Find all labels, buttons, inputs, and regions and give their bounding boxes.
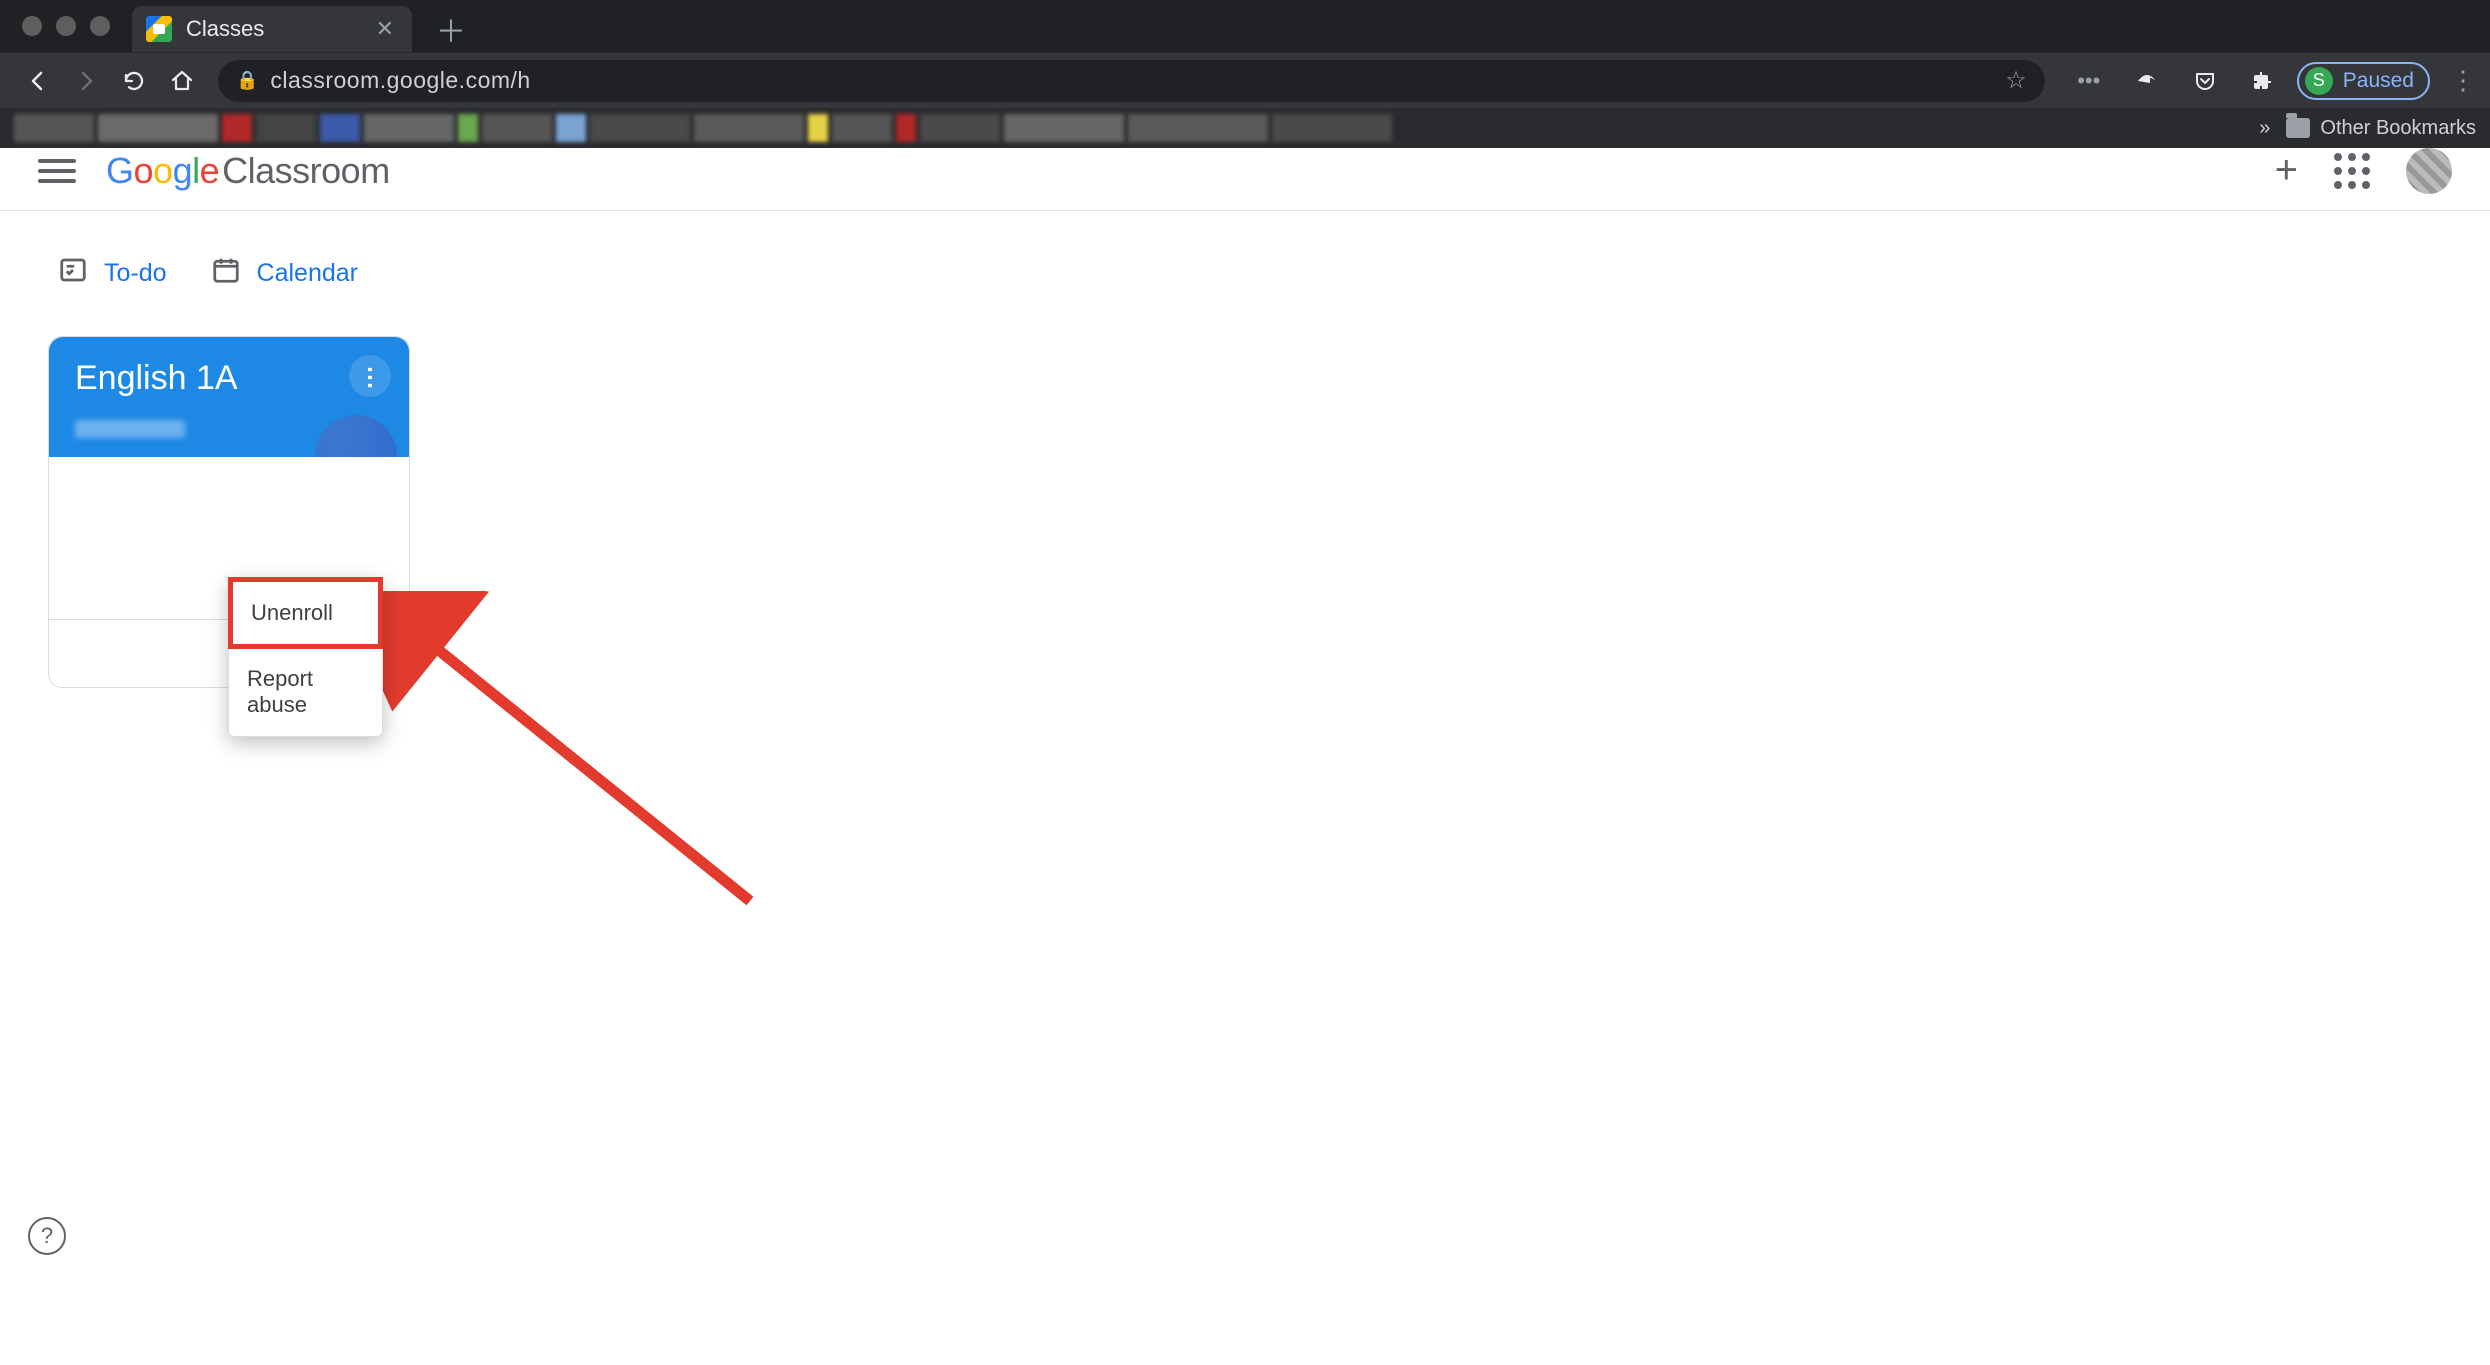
url-text: classroom.google.com/h [270, 67, 530, 94]
todo-label: To-do [104, 259, 167, 288]
pocket-button[interactable] [2185, 61, 2225, 101]
google-classroom-logo[interactable]: GoogleClassroom [106, 150, 390, 192]
class-teacher-blurred [75, 420, 185, 438]
tab-close-button[interactable]: ✕ [336, 16, 394, 42]
tab-strip: Classes ✕ ＋ [0, 0, 2490, 52]
app-header: GoogleClassroom + [0, 131, 2490, 211]
class-teacher-avatar [315, 415, 397, 457]
unenroll-menu-item[interactable]: Unenroll [228, 577, 383, 649]
class-options-menu: Unenroll Report abuse [228, 577, 383, 737]
todo-icon [58, 255, 88, 292]
home-button[interactable] [162, 61, 202, 101]
report-abuse-menu-item[interactable]: Report abuse [229, 648, 382, 736]
profile-status: Paused [2343, 69, 2414, 93]
forward-button[interactable] [66, 61, 106, 101]
google-apps-button[interactable] [2334, 153, 2370, 189]
classroom-favicon-icon [146, 16, 172, 42]
lock-icon: 🔒 [236, 70, 258, 91]
window-controls[interactable] [8, 16, 132, 36]
help-button[interactable]: ? [28, 1217, 66, 1255]
share-button[interactable] [2127, 61, 2167, 101]
account-avatar-button[interactable] [2406, 148, 2452, 194]
calendar-label: Calendar [257, 259, 358, 288]
window-minimize-icon[interactable] [56, 16, 76, 36]
create-join-class-button[interactable]: + [2275, 148, 2298, 193]
class-card-header[interactable]: English 1A ⋯ [49, 337, 409, 457]
bookmark-star-button[interactable]: ☆ [2005, 66, 2027, 95]
class-title: English 1A [75, 359, 383, 398]
quick-access-bar: To-do Calendar [0, 211, 2490, 322]
address-bar[interactable]: 🔒 classroom.google.com/h ☆ [218, 60, 2045, 102]
window-maximize-icon[interactable] [90, 16, 110, 36]
header-right: + [2275, 148, 2452, 194]
browser-chrome: Classes ✕ ＋ 🔒 classroom.google.com/h ☆ •… [0, 0, 2490, 131]
calendar-icon [211, 255, 241, 292]
site-info-button[interactable]: ••• [2069, 61, 2109, 101]
profile-chip[interactable]: S Paused [2297, 62, 2430, 100]
help-icon: ? [41, 1223, 53, 1249]
window-close-icon[interactable] [22, 16, 42, 36]
calendar-link[interactable]: Calendar [211, 255, 358, 292]
tab-classes[interactable]: Classes ✕ [132, 6, 412, 52]
extensions-button[interactable] [2243, 61, 2283, 101]
reload-button[interactable] [114, 61, 154, 101]
class-card-more-button[interactable]: ⋯ [349, 355, 391, 397]
new-tab-button[interactable]: ＋ [436, 7, 466, 51]
tab-title: Classes [186, 16, 264, 42]
main-menu-button[interactable] [38, 152, 76, 190]
back-button[interactable] [18, 61, 58, 101]
todo-link[interactable]: To-do [58, 255, 167, 292]
browser-toolbar: 🔒 classroom.google.com/h ☆ ••• S Paused … [0, 52, 2490, 108]
classroom-app: GoogleClassroom + To-do Calendar [0, 131, 2490, 1261]
browser-menu-button[interactable]: ⋮ [2450, 65, 2476, 96]
profile-avatar-icon: S [2305, 67, 2333, 95]
toolbar-right: ••• S Paused ⋮ [2065, 61, 2476, 101]
